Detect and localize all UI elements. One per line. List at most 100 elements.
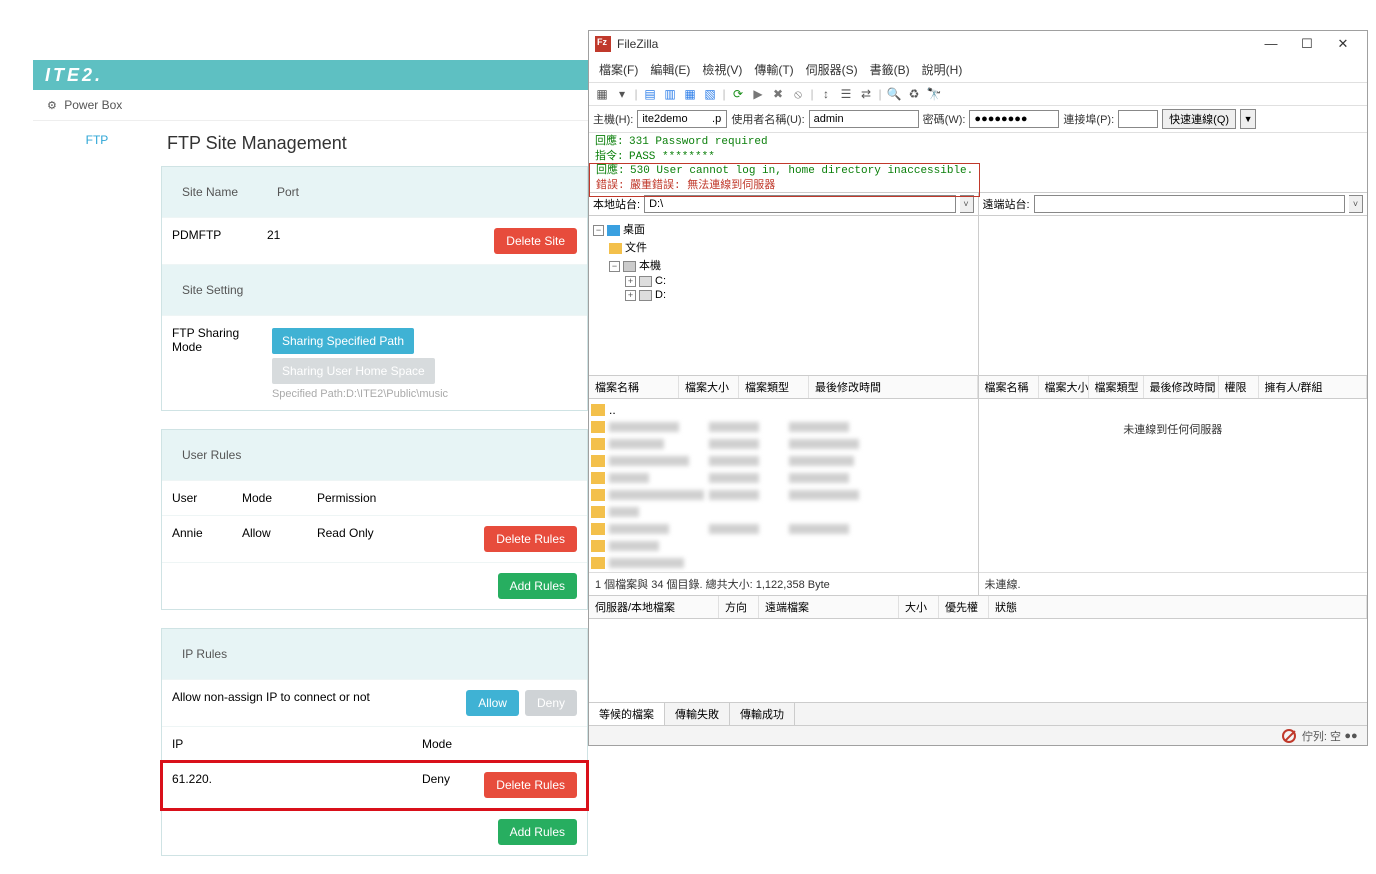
titlebar[interactable]: FileZilla — ☐ ✕ — [589, 31, 1367, 57]
maximize-button[interactable]: ☐ — [1289, 34, 1325, 54]
remote-site-input[interactable] — [1034, 195, 1345, 213]
compare-icon[interactable]: ⇄ — [857, 85, 875, 103]
queue-col-size[interactable]: 大小 — [899, 596, 939, 618]
queue-col-status[interactable]: 狀態 — [989, 596, 1367, 618]
close-button[interactable]: ✕ — [1325, 34, 1361, 54]
tab-success[interactable]: 傳輸成功 — [730, 703, 795, 725]
local-col-name[interactable]: 檔案名稱 — [589, 376, 679, 398]
specified-path-text: Specified Path:D:\ITE2\Public\music — [272, 388, 452, 400]
host-input[interactable] — [637, 110, 727, 128]
sitemanager-icon[interactable]: ▦ — [593, 85, 611, 103]
tree-desktop[interactable]: 桌面 — [623, 224, 645, 236]
remote-col-type[interactable]: 檔案類型 — [1089, 376, 1144, 398]
queue-col-remote[interactable]: 遠端檔案 — [759, 596, 899, 618]
add-user-rule-button[interactable]: Add Rules — [498, 573, 577, 599]
local-col-type[interactable]: 檔案類型 — [739, 376, 809, 398]
menu-view[interactable]: 檢視(V) — [698, 59, 746, 80]
user-label: 使用者名稱(U): — [731, 111, 804, 127]
dropdown-icon[interactable]: ▾ — [613, 85, 631, 103]
remote-tree[interactable] — [979, 216, 1368, 375]
list-item[interactable] — [591, 418, 976, 435]
quickconnect-dropdown[interactable]: ▼ — [1240, 109, 1256, 129]
remote-site-dropdown[interactable]: ˅ — [1349, 195, 1363, 213]
tab-failed[interactable]: 傳輸失敗 — [665, 703, 730, 725]
menu-help[interactable]: 說明(H) — [918, 59, 967, 80]
queue-body[interactable] — [589, 619, 1367, 702]
list-item[interactable]: .. — [591, 401, 976, 418]
filter-icon[interactable]: ☰ — [837, 85, 855, 103]
local-col-modified[interactable]: 最後修改時間 — [809, 376, 978, 398]
tab-queued[interactable]: 等候的檔案 — [589, 703, 665, 725]
search-icon[interactable]: 🔍 — [885, 85, 903, 103]
menu-edit[interactable]: 編輯(E) — [646, 59, 694, 80]
list-item[interactable] — [591, 452, 976, 469]
menu-file[interactable]: 檔案(F) — [595, 59, 642, 80]
list-item[interactable] — [591, 554, 976, 571]
menu-bookmarks[interactable]: 書籤(B) — [866, 59, 914, 80]
refresh-icon[interactable]: ⟳ — [729, 85, 747, 103]
toggle-queue-icon[interactable]: ▦ — [681, 85, 699, 103]
panel-user-rules: User Rules User Mode Permission Annie Al… — [161, 429, 588, 610]
delete-user-rule-button[interactable]: Delete Rules — [484, 526, 577, 552]
list-item[interactable] — [591, 469, 976, 486]
mode-specified-path[interactable]: Sharing Specified Path — [272, 328, 414, 354]
list-item[interactable] — [591, 520, 976, 537]
local-site-dropdown[interactable]: ˅ — [960, 195, 974, 213]
reconnect-icon[interactable]: ↕ — [817, 85, 835, 103]
quickconnect-button[interactable]: 快速連線(Q) — [1162, 109, 1236, 129]
deny-button[interactable]: Deny — [525, 690, 577, 716]
mode-user-home[interactable]: Sharing User Home Space — [272, 358, 435, 384]
local-col-size[interactable]: 檔案大小 — [679, 376, 739, 398]
queue-col-server[interactable]: 伺服器/本地檔案 — [589, 596, 719, 618]
log-label-3: 回應: — [596, 164, 630, 179]
message-log[interactable]: 回應:331 Password required 指令:PASS *******… — [589, 133, 1367, 193]
tree-drive-d[interactable]: D: — [655, 289, 666, 301]
local-list-body[interactable]: .. — [589, 399, 978, 572]
list-item[interactable] — [591, 537, 976, 554]
toggle-tree-icon[interactable]: ▥ — [661, 85, 679, 103]
remote-col-size[interactable]: 檔案大小 — [1039, 376, 1089, 398]
delete-ip-rule-button[interactable]: Delete Rules — [484, 772, 577, 798]
remote-col-owner[interactable]: 擁有人/群組 — [1259, 376, 1368, 398]
status-bullet-icon: ●● — [1341, 730, 1361, 742]
minimize-button[interactable]: — — [1253, 34, 1289, 54]
binoculars-icon[interactable]: 🔭 — [925, 85, 943, 103]
breadcrumb[interactable]: ⚙ Power Box — [33, 90, 588, 121]
local-tree[interactable]: −桌面 文件 −本機 +C: +D: — [589, 216, 979, 375]
local-file-list[interactable]: 檔案名稱 檔案大小 檔案類型 最後修改時間 .. 1 個檔案與 34 個目錄. … — [589, 376, 979, 595]
menu-transfer[interactable]: 傳輸(T) — [750, 59, 797, 80]
breadcrumb-label: Power Box — [64, 98, 122, 112]
remote-col-modified[interactable]: 最後修改時間 — [1144, 376, 1219, 398]
sidebar-item-ftp[interactable]: FTP — [33, 121, 161, 159]
list-item[interactable] — [591, 486, 976, 503]
process-queue-icon[interactable]: ▶ — [749, 85, 767, 103]
list-item[interactable] — [591, 503, 976, 520]
cancel-icon[interactable]: ✖ — [769, 85, 787, 103]
user-input[interactable] — [809, 110, 919, 128]
tree-documents[interactable]: 文件 — [625, 242, 647, 254]
window-title: FileZilla — [617, 37, 1253, 51]
menu-server[interactable]: 伺服器(S) — [802, 59, 862, 80]
remote-col-perm[interactable]: 權限 — [1219, 376, 1259, 398]
local-site-label: 本地站台: — [593, 196, 640, 212]
local-site-input[interactable] — [644, 195, 955, 213]
sync-icon[interactable]: ♻ — [905, 85, 923, 103]
log-text-4: 嚴重錯誤: 無法連線到伺服器 — [630, 180, 775, 192]
remote-file-list[interactable]: 檔案名稱 檔案大小 檔案類型 最後修改時間 權限 擁有人/群組 未連線到任何伺服… — [979, 376, 1368, 595]
port-input[interactable] — [1118, 110, 1158, 128]
status-bar: 佇列: 空 ●● — [589, 725, 1367, 745]
pass-input[interactable] — [969, 110, 1059, 128]
queue-col-prio[interactable]: 優先權 — [939, 596, 989, 618]
list-item[interactable] — [591, 435, 976, 452]
toggle-log-icon[interactable]: ▤ — [641, 85, 659, 103]
add-ip-rule-button[interactable]: Add Rules — [498, 819, 577, 845]
tree-thispc[interactable]: 本機 — [639, 260, 661, 272]
allow-button[interactable]: Allow — [466, 690, 519, 716]
toggle-remote-icon[interactable]: ▧ — [701, 85, 719, 103]
remote-col-name[interactable]: 檔案名稱 — [979, 376, 1039, 398]
delete-site-button[interactable]: Delete Site — [494, 228, 577, 254]
queue-col-dir[interactable]: 方向 — [719, 596, 759, 618]
tree-drive-c[interactable]: C: — [655, 275, 666, 287]
queue-tabs: 等候的檔案 傳輸失敗 傳輸成功 — [589, 702, 1367, 725]
disconnect-icon[interactable]: ⦸ — [789, 85, 807, 103]
